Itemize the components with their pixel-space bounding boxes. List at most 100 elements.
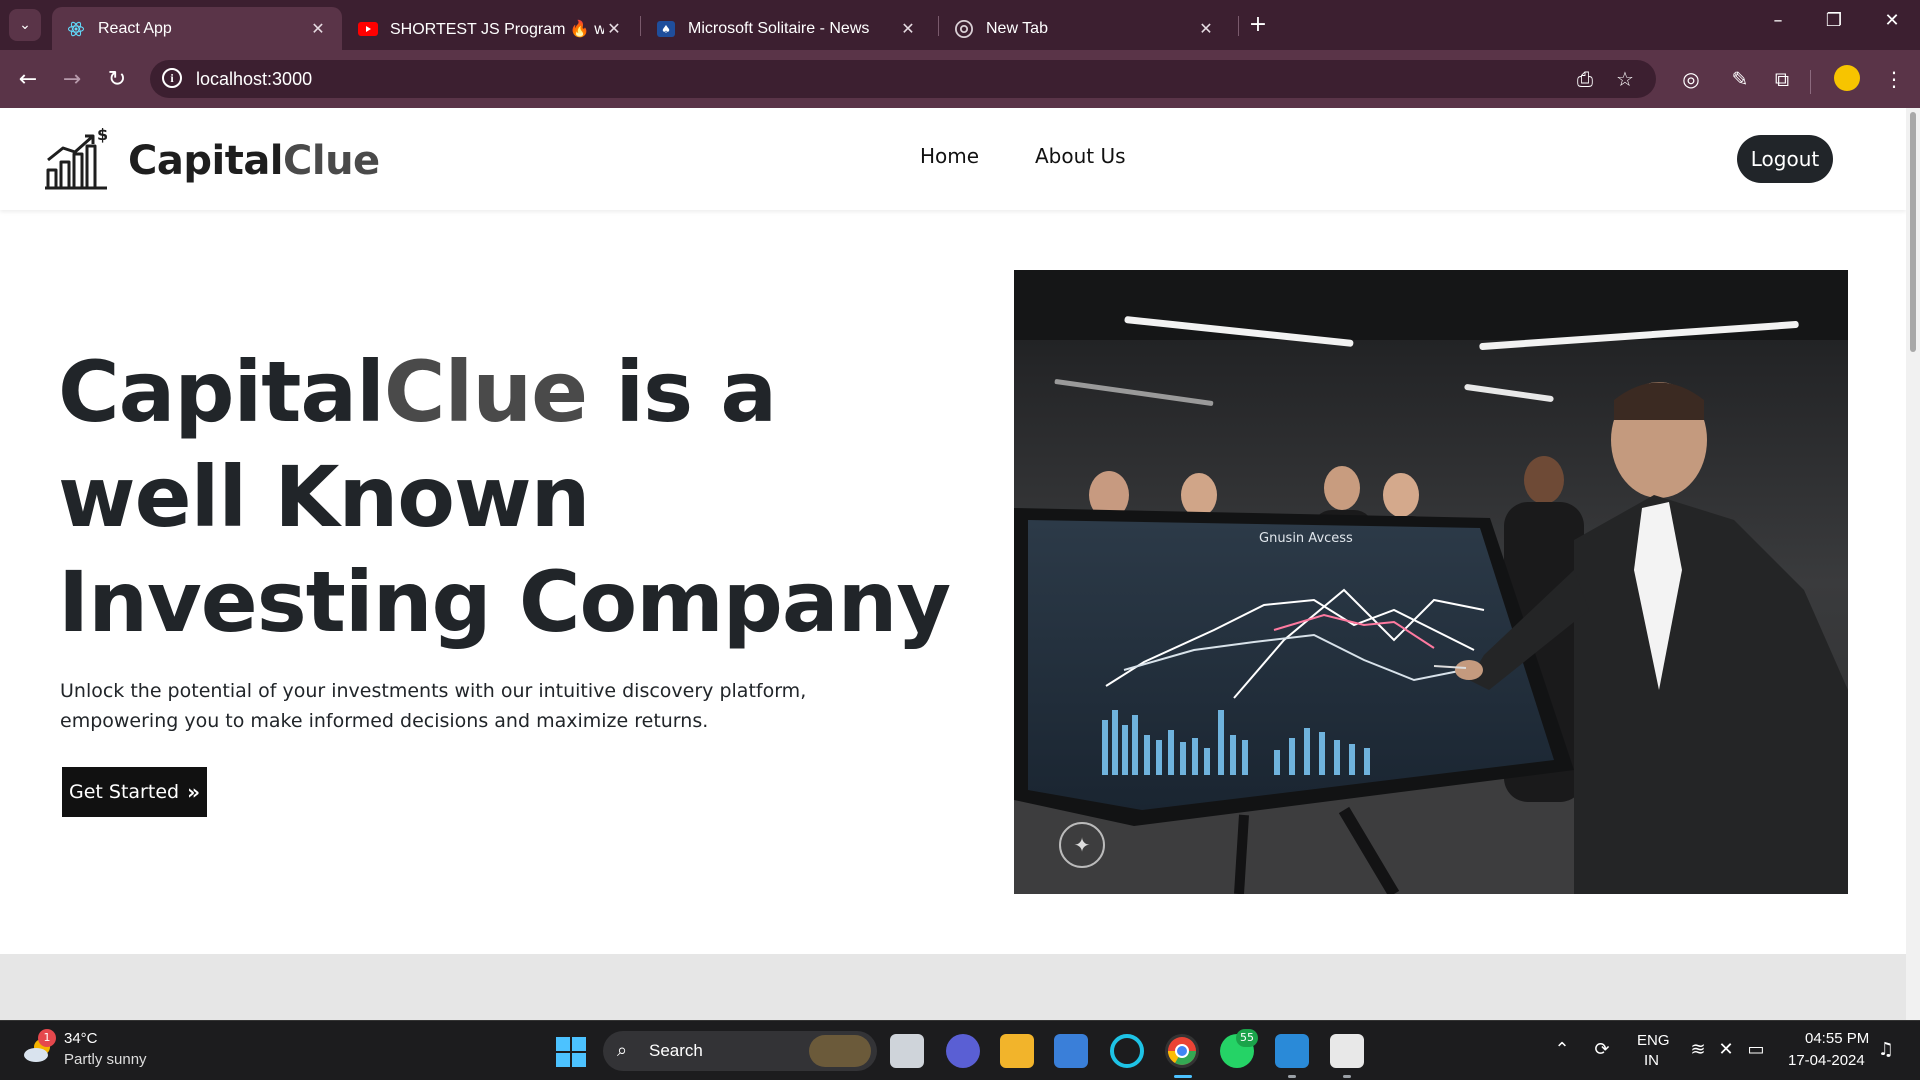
scrollbar-thumb[interactable] <box>1910 112 1916 352</box>
hero-title-part1: Capital <box>58 343 385 441</box>
windows-taskbar: 1 34°C Partly sunny ⌕ Search 55 ⌃ ⟳ ENG … <box>0 1020 1920 1080</box>
close-icon[interactable]: ✕ <box>308 19 328 39</box>
wifi-icon[interactable]: ≋ <box>1686 1039 1710 1060</box>
chevron-down-icon: ⌄ <box>19 17 31 33</box>
forward-button[interactable]: → <box>56 63 88 95</box>
new-tab-button[interactable]: + <box>1245 12 1271 37</box>
url-text[interactable]: localhost:3000 <box>196 69 312 90</box>
chrome-taskbar-icon[interactable] <box>1165 1034 1199 1068</box>
page-scrollbar[interactable] <box>1906 108 1920 1020</box>
presentation-photo: Gnusin Avcess ✦ <box>1014 270 1848 894</box>
search-label: Search <box>649 1041 703 1060</box>
notification-bell-icon[interactable]: ♫ <box>1874 1039 1898 1060</box>
solitaire-icon: ♠ <box>656 19 676 39</box>
file-explorer-icon[interactable] <box>1000 1034 1034 1068</box>
tab-search-button[interactable]: ⌄ <box>9 9 41 41</box>
profile-avatar[interactable] <box>1834 65 1860 91</box>
minimize-button[interactable]: – <box>1758 10 1798 31</box>
nav-about-link[interactable]: About Us <box>1035 144 1126 168</box>
svg-text:$: $ <box>97 126 107 144</box>
temperature: 34°C <box>64 1030 98 1047</box>
tab-label: New Tab <box>986 19 1048 37</box>
bookmark-star-icon[interactable]: ☆ <box>1612 67 1638 91</box>
logout-button[interactable]: Logout <box>1737 135 1833 183</box>
arrow-right-icon: → <box>62 66 82 92</box>
install-app-icon[interactable]: ⎙ <box>1572 67 1598 91</box>
brand-logo[interactable]: CapitalClue <box>128 138 380 184</box>
region-indicator[interactable]: IN <box>1644 1052 1659 1069</box>
next-section <box>0 954 1906 1020</box>
cortana-icon[interactable] <box>1110 1034 1144 1068</box>
taskbar-search[interactable]: ⌕ Search <box>603 1031 877 1071</box>
language-indicator[interactable]: ENG <box>1637 1032 1670 1049</box>
cta-label: Get Started <box>69 781 180 803</box>
screen-title: Gnusin Avcess <box>1259 531 1353 546</box>
hero-title-accent: Clue <box>383 343 588 441</box>
react-icon <box>66 19 86 39</box>
window-close-button[interactable]: ✕ <box>1872 10 1912 31</box>
more-menu-icon[interactable]: ⋮ <box>1880 65 1908 93</box>
weather-badge: 1 <box>38 1029 56 1047</box>
close-icon[interactable]: ✕ <box>898 19 918 39</box>
double-chevron-right-icon: » <box>187 780 200 804</box>
tab-youtube[interactable]: SHORTEST JS Program 🔥 winc ✕ <box>344 7 638 50</box>
get-started-button[interactable]: Get Started » <box>62 767 207 817</box>
tab-label: SHORTEST JS Program 🔥 winc <box>390 20 604 38</box>
hero-title: CapitalClue is a well Known Investing Co… <box>58 340 958 655</box>
address-bar[interactable]: i localhost:3000 ⎙ ☆ <box>150 60 1656 98</box>
extension-target-icon[interactable]: ◎ <box>1677 65 1705 93</box>
browser-toolbar: ← → ↻ i localhost:3000 ⎙ ☆ ◎ ✎ ⧉ ⋮ <box>0 50 1920 108</box>
tab-divider <box>640 16 641 36</box>
hero-image: Gnusin Avcess ✦ <box>1014 270 1848 894</box>
teams-chat-icon[interactable] <box>946 1034 980 1068</box>
search-icon: ⌕ <box>617 1040 628 1061</box>
nav-home-link[interactable]: Home <box>920 144 979 168</box>
tab-solitaire[interactable]: ♠ Microsoft Solitaire - News ✕ <box>642 7 932 50</box>
tab-label: Microsoft Solitaire - News <box>688 19 870 37</box>
task-view-icon[interactable] <box>890 1034 924 1068</box>
extensions-puzzle-icon[interactable]: ⧉ <box>1768 65 1796 93</box>
running-indicator <box>1343 1075 1351 1078</box>
sync-icon[interactable]: ⟳ <box>1590 1039 1614 1060</box>
tab-react-app[interactable]: React App ✕ <box>52 7 342 50</box>
reload-button[interactable]: ↻ <box>101 63 133 95</box>
tab-new-tab[interactable]: New Tab ✕ <box>940 7 1230 50</box>
svg-text:♠: ♠ <box>661 23 671 36</box>
reload-icon: ↻ <box>107 66 127 92</box>
arrow-left-icon: ← <box>18 66 38 92</box>
battery-icon[interactable]: ▭ <box>1744 1039 1768 1060</box>
extension-pen-icon[interactable]: ✎ <box>1726 65 1754 93</box>
solitaire-taskbar-icon[interactable] <box>1330 1034 1364 1068</box>
tab-divider <box>1238 16 1239 36</box>
chrome-icon <box>954 19 974 39</box>
site-info-icon[interactable]: i <box>162 68 182 88</box>
search-highlight-art <box>809 1035 871 1067</box>
site-navbar: $ CapitalClue Home About Us Logout <box>0 108 1906 210</box>
browser-tab-bar: ⌄ React App ✕ SHORTEST JS Program 🔥 winc… <box>0 0 1920 50</box>
microsoft-store-icon[interactable] <box>1054 1034 1088 1068</box>
hero-description: Unlock the potential of your investments… <box>60 680 807 732</box>
webpage: $ CapitalClue Home About Us Logout Capit… <box>0 108 1906 1020</box>
weather-condition: Partly sunny <box>64 1051 147 1068</box>
svg-text:✦: ✦ <box>1074 833 1091 857</box>
tab-divider <box>938 16 939 36</box>
back-button[interactable]: ← <box>12 63 44 95</box>
close-icon[interactable]: ✕ <box>604 19 624 39</box>
brand-secondary: Clue <box>283 138 380 184</box>
clock-time[interactable]: 04:55 PM <box>1805 1030 1869 1047</box>
vscode-icon[interactable] <box>1275 1034 1309 1068</box>
toolbar-divider <box>1810 70 1811 94</box>
chevron-up-icon[interactable]: ⌃ <box>1550 1039 1574 1060</box>
whatsapp-badge: 55 <box>1236 1029 1258 1047</box>
brand-primary: Capital <box>128 138 284 184</box>
volume-muted-icon[interactable]: ✕ <box>1714 1039 1738 1060</box>
clock-date[interactable]: 17-04-2024 <box>1788 1052 1865 1069</box>
windows-start-icon[interactable] <box>556 1037 586 1067</box>
tab-label: React App <box>98 19 172 37</box>
restore-button[interactable]: ❐ <box>1814 10 1854 31</box>
close-icon[interactable]: ✕ <box>1196 19 1216 39</box>
running-indicator <box>1288 1075 1296 1078</box>
youtube-icon <box>358 19 378 39</box>
growth-chart-icon: $ <box>45 126 107 190</box>
running-indicator <box>1174 1075 1192 1078</box>
